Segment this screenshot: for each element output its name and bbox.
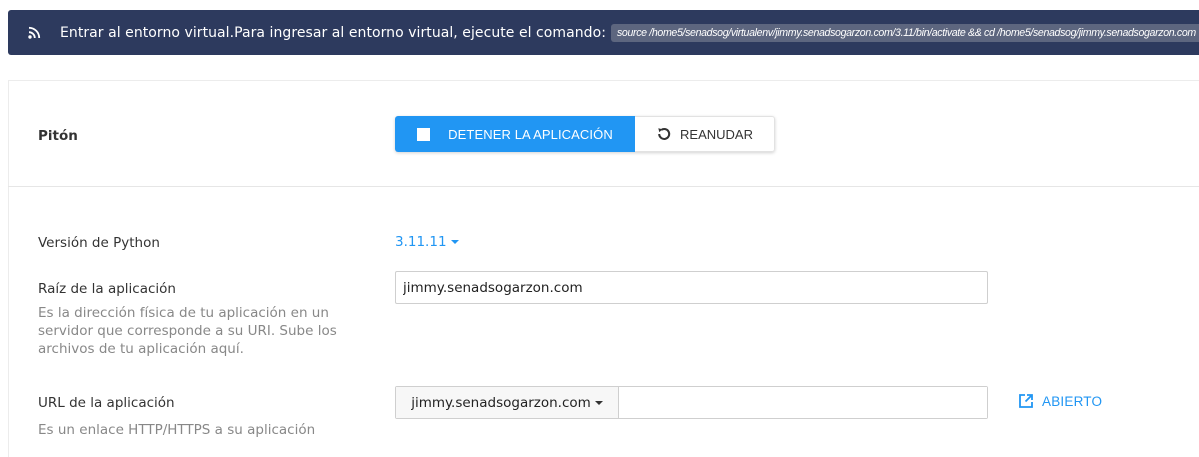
app-root-input[interactable] [395,271,988,304]
app-url-field: jimmy.senadsogarzon.com [395,386,988,419]
stop-app-label: DETENER LA APLICACIÓN [448,126,613,142]
section-divider [8,186,1199,187]
banner-message: Entrar al entorno virtual.Para ingresar … [60,24,606,41]
python-version-value: 3.11.11 [395,234,447,250]
stop-icon [417,127,431,141]
restart-app-label: REANUDAR [680,126,753,142]
url-domain-select[interactable]: jimmy.senadsogarzon.com [396,387,619,418]
python-version-select[interactable]: 3.11.11 [395,234,459,250]
app-controls: DETENER LA APLICACIÓN REANUDAR [395,116,775,152]
app-url-hint: Es un enlace HTTP/HTTPS a su aplicación [38,422,316,438]
app-root-hint: Es la dirección física de tu aplicación … [38,305,337,357]
restart-icon [656,126,672,142]
url-domain-value: jimmy.senadsogarzon.com [411,394,591,411]
restart-app-button[interactable]: REANUDAR [635,116,775,152]
python-version-label: Versión de Python [38,235,160,251]
url-path-input[interactable] [619,387,987,418]
chevron-down-icon [450,240,459,244]
chevron-down-icon [594,400,603,405]
open-app-label: ABIERTO [1042,393,1103,409]
stop-app-button[interactable]: DETENER LA APLICACIÓN [395,116,635,152]
app-root-label: Raíz de la aplicación [38,281,176,297]
open-app-link[interactable]: ABIERTO [1018,393,1102,409]
app-title: Pitón [38,128,78,144]
rss-icon [28,26,41,40]
info-banner: Entrar al entorno virtual.Para ingresar … [8,10,1199,55]
app-url-label: URL de la aplicación [38,395,175,411]
external-link-icon [1018,393,1034,409]
banner-command[interactable]: source /home5/senadsog/virtualenv/jimmy.… [610,23,1199,42]
